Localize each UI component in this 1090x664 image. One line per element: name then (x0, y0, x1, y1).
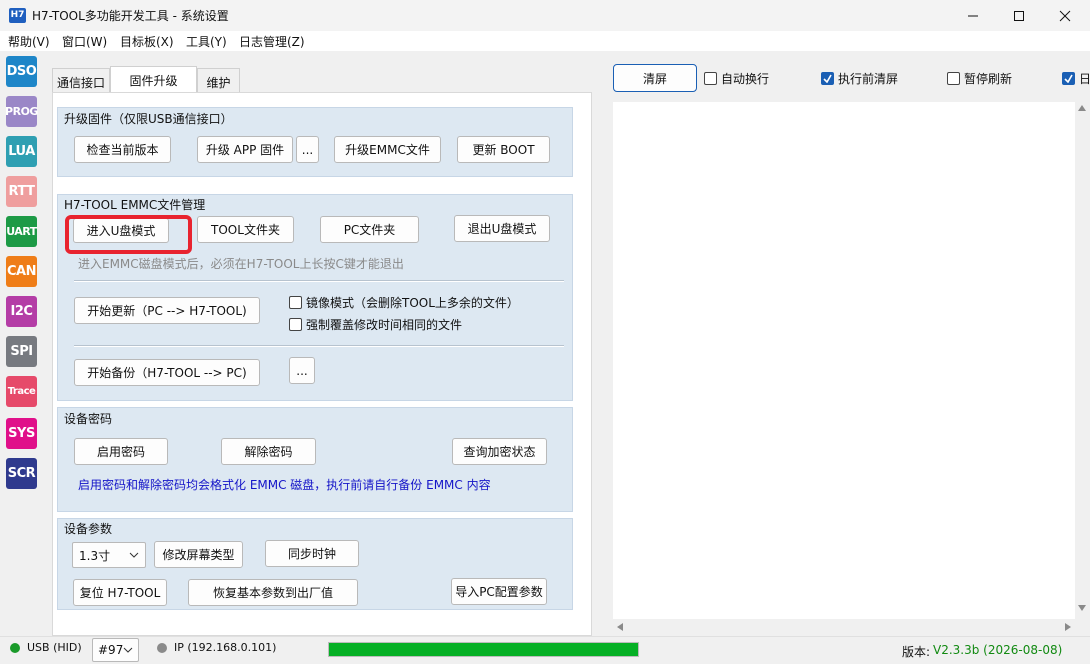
auto-wrap-checkbox[interactable]: 自动换行 (704, 70, 769, 87)
rail-i2c-button[interactable]: I2C (6, 296, 37, 327)
rail-trace-button[interactable]: Trace (6, 376, 37, 407)
update-boot-button[interactable]: 更新 BOOT (457, 136, 550, 163)
window-title: H7-TOOL多功能开发工具 - 系统设置 (32, 9, 229, 23)
force-overwrite-checkbox[interactable]: 强制覆盖修改时间相同的文件 (289, 316, 462, 333)
query-encryption-button[interactable]: 查询加密状态 (452, 438, 547, 465)
exit-udisk-button[interactable]: 退出U盘模式 (454, 215, 550, 242)
checkbox-box (289, 318, 302, 331)
checkbox-box (947, 72, 960, 85)
rail-rtt-button[interactable]: RTT (6, 176, 37, 207)
tab-firmware-upgrade[interactable]: 固件升级 (110, 66, 197, 93)
device-select[interactable]: #97 (92, 638, 139, 662)
progress-bar (328, 642, 639, 657)
force-overwrite-label: 强制覆盖修改时间相同的文件 (306, 318, 463, 332)
menu-log-management[interactable]: 日志管理(Z) (239, 33, 305, 50)
checkbox-box (289, 296, 302, 309)
divider (74, 280, 564, 282)
upgrade-emmc-button[interactable]: 升级EMMC文件 (334, 136, 441, 163)
import-pc-config-button[interactable]: 导入PC配置参数 (451, 578, 547, 605)
vertical-scrollbar[interactable] (1076, 102, 1088, 632)
tab-maintenance[interactable]: 维护 (197, 68, 240, 92)
emmc-group-title: H7-TOOL EMMC文件管理 (64, 198, 206, 212)
menu-window[interactable]: 窗口(W) (62, 33, 107, 50)
pause-refresh-label: 暂停刷新 (964, 72, 1013, 86)
scroll-up-icon (1078, 105, 1086, 111)
maximize-icon (1014, 10, 1024, 21)
sync-clock-button[interactable]: 同步时钟 (265, 540, 359, 567)
rail-spi-button[interactable]: SPI (6, 336, 37, 367)
minimize-button[interactable] (950, 0, 996, 31)
clear-before-exec-label: 执行前清屏 (838, 72, 899, 86)
version-value: V2.3.3b (2026-08-08) (933, 643, 1063, 657)
usb-status-icon (10, 643, 20, 653)
modify-screen-type-button[interactable]: 修改屏幕类型 (154, 541, 243, 568)
password-warning: 启用密码和解除密码均会格式化 EMMC 磁盘，执行前请自行备份 EMMC 内容 (78, 478, 491, 492)
tool-folder-button[interactable]: TOOL文件夹 (197, 216, 294, 243)
pc-folder-button[interactable]: PC文件夹 (320, 216, 419, 243)
rail-scr-button[interactable]: SCR (6, 458, 37, 489)
device-params-title: 设备参数 (64, 522, 113, 536)
log-label: 日 (1079, 72, 1090, 86)
reset-h7tool-button[interactable]: 复位 H7-TOOL (73, 579, 167, 606)
title-bar: H7 H7-TOOL多功能开发工具 - 系统设置 (0, 0, 1090, 31)
rail-sys-button[interactable]: SYS (6, 418, 37, 449)
app-icon: H7 (9, 8, 26, 23)
screen-size-select[interactable]: 1.3寸 (72, 542, 146, 568)
log-checkbox[interactable]: 日 (1062, 70, 1090, 87)
auto-wrap-label: 自动换行 (721, 72, 770, 86)
backup-browse-button[interactable]: ... (289, 357, 315, 384)
checkbox-box (704, 72, 717, 85)
password-group-title: 设备密码 (64, 412, 113, 426)
check-icon (1064, 74, 1073, 83)
ip-status-icon (157, 643, 167, 653)
divider (74, 345, 564, 347)
rail-prog-button[interactable]: PROG (5, 96, 38, 127)
version-label: 版本: (902, 645, 931, 659)
rail-lua-button[interactable]: LUA (6, 136, 37, 167)
clear-screen-button[interactable]: 清屏 (613, 64, 697, 92)
scroll-left-icon (617, 623, 623, 631)
factory-reset-button[interactable]: 恢复基本参数到出厂值 (188, 579, 358, 606)
start-update-button[interactable]: 开始更新（PC --> H7-TOOL) (74, 297, 260, 324)
tab-comm-interface[interactable]: 通信接口 (52, 68, 110, 92)
screen-size-value: 1.3寸 (79, 548, 111, 563)
device-value: #97 (98, 643, 124, 657)
pause-refresh-checkbox[interactable]: 暂停刷新 (947, 70, 1012, 87)
horizontal-scrollbar[interactable] (613, 620, 1075, 632)
menu-tools[interactable]: 工具(Y) (186, 33, 227, 50)
browse-firmware-button[interactable]: ... (296, 136, 319, 163)
menu-help[interactable]: 帮助(V) (8, 33, 50, 50)
scroll-right-icon (1065, 623, 1071, 631)
close-button[interactable] (1042, 0, 1088, 31)
minimize-icon (968, 15, 978, 16)
chevron-down-icon (123, 647, 133, 653)
rail-uart-button[interactable]: UART (6, 216, 37, 247)
close-icon (1059, 10, 1071, 21)
rail-can-button[interactable]: CAN (6, 256, 37, 287)
emmc-hint: 进入EMMC磁盘模式后，必须在H7-TOOL上长按C键才能退出 (78, 257, 404, 271)
output-console[interactable] (613, 102, 1075, 619)
mirror-mode-checkbox[interactable]: 镜像模式（会删除TOOL上多余的文件） (289, 294, 519, 311)
enter-udisk-button[interactable]: 进入U盘模式 (73, 218, 169, 243)
enable-password-button[interactable]: 启用密码 (74, 438, 168, 465)
chevron-down-icon (129, 552, 139, 558)
start-backup-button[interactable]: 开始备份（H7-TOOL --> PC) (74, 359, 260, 386)
menu-target-board[interactable]: 目标板(X) (120, 33, 174, 50)
remove-password-button[interactable]: 解除密码 (221, 438, 316, 465)
upgrade-app-button[interactable]: 升级 APP 固件 (197, 136, 293, 163)
maximize-button[interactable] (996, 0, 1042, 31)
rail-dso-button[interactable]: DSO (6, 56, 37, 87)
scroll-down-icon (1078, 605, 1086, 611)
checkbox-box (1062, 72, 1075, 85)
firmware-group-title: 升级固件（仅限USB通信接口） (64, 112, 233, 126)
usb-status-label: USB (HID) (27, 641, 82, 654)
ip-status-label: IP (192.168.0.101) (174, 641, 277, 654)
progress-fill (329, 643, 638, 656)
clear-before-exec-checkbox[interactable]: 执行前清屏 (821, 70, 898, 87)
checkbox-box (821, 72, 834, 85)
check-version-button[interactable]: 检查当前版本 (74, 136, 171, 163)
check-icon (823, 74, 832, 83)
mirror-mode-label: 镜像模式（会删除TOOL上多余的文件） (306, 296, 519, 310)
